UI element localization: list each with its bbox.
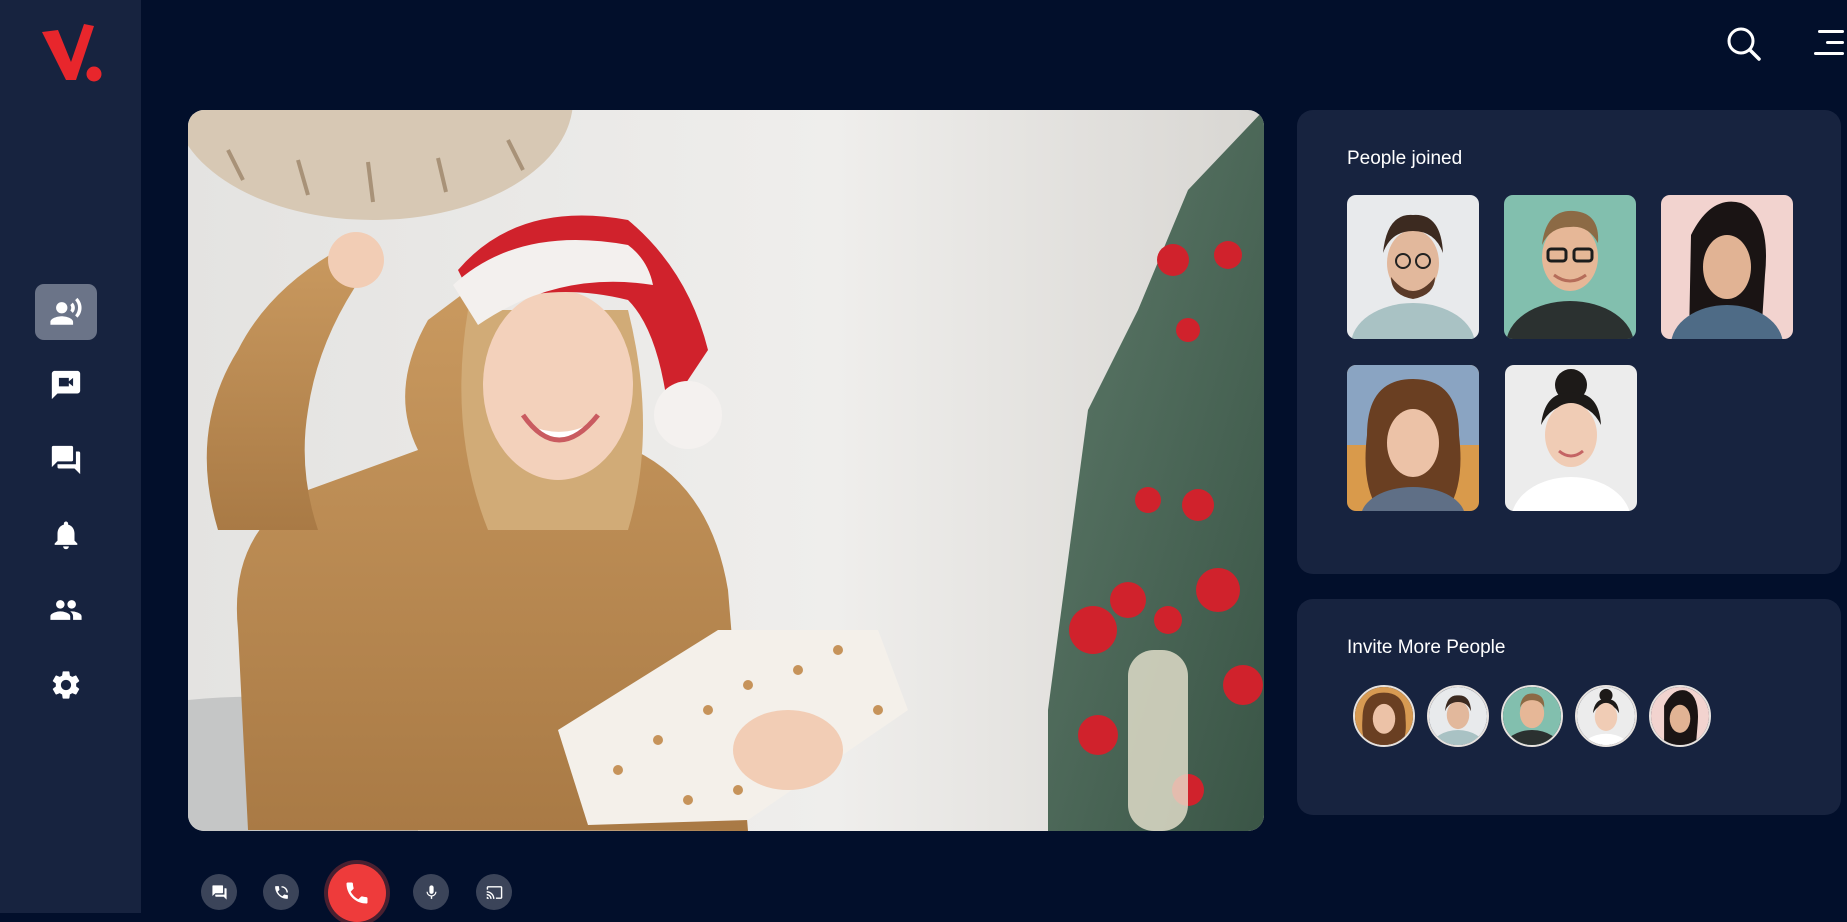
sidebar-item-voice-call[interactable] (35, 284, 97, 340)
v-dot-logo-icon (42, 24, 102, 82)
sidebar-item-video-chat[interactable] (35, 357, 97, 413)
search-button[interactable] (1726, 26, 1762, 62)
participant-woman-bun-hair (1505, 365, 1637, 511)
invite-avatar[interactable] (1649, 685, 1711, 747)
main-video-feed[interactable] (188, 110, 1264, 831)
avatar-man-glasses-smile (1503, 687, 1561, 745)
menu-icon (1814, 30, 1844, 55)
participant-tile[interactable] (1347, 365, 1479, 511)
gear-icon (52, 671, 80, 699)
participant-man-curly-glasses (1347, 195, 1479, 339)
people-joined-panel: People joined (1297, 110, 1841, 574)
participant-tile[interactable] (1505, 365, 1637, 511)
microphone-icon (426, 884, 436, 899)
end-call-button[interactable] (328, 864, 386, 922)
search-icon (1727, 27, 1761, 61)
participant-man-glasses-smile (1504, 195, 1636, 339)
invite-avatar[interactable] (1427, 685, 1489, 747)
invite-avatar[interactable] (1575, 685, 1637, 747)
call-forward-icon (274, 885, 288, 899)
participant-woman-dark-hair (1661, 195, 1793, 339)
end-call-icon (346, 882, 368, 904)
microphone-button[interactable] (413, 874, 449, 910)
sidebar-item-notifications[interactable] (35, 507, 97, 563)
avatar-man-curly-glasses (1429, 687, 1487, 745)
people-icon (50, 600, 82, 620)
menu-button[interactable] (1808, 28, 1844, 58)
cast-button[interactable] (476, 874, 512, 910)
participant-tile[interactable] (1504, 195, 1636, 339)
sidebar-item-messages[interactable] (35, 432, 97, 488)
avatar-woman-dark-hair (1651, 687, 1709, 745)
video-message-icon (51, 370, 81, 400)
sidebar-item-contacts[interactable] (35, 582, 97, 638)
participant-woman-curly-hair (1347, 365, 1479, 511)
invite-avatar[interactable] (1501, 685, 1563, 747)
app-logo[interactable] (38, 22, 108, 86)
participant-tile[interactable] (1347, 195, 1479, 339)
avatar-woman-bun-hair (1577, 687, 1635, 745)
forum-icon (51, 445, 81, 475)
invite-avatar[interactable] (1353, 685, 1415, 747)
speaking-person-icon (50, 297, 82, 325)
participant-tile[interactable] (1661, 195, 1793, 339)
people-joined-title: People joined (1347, 148, 1463, 169)
bell-icon (54, 521, 78, 550)
cast-icon (486, 885, 502, 899)
invite-title: Invite More People (1347, 637, 1506, 658)
call-forward-button[interactable] (263, 874, 299, 910)
video-frame (188, 110, 1264, 831)
sidebar-item-settings[interactable] (35, 657, 97, 713)
chat-button[interactable] (201, 874, 237, 910)
sidebar (0, 0, 141, 913)
avatar-woman-curly-hair (1355, 687, 1413, 745)
chat-icon (211, 884, 227, 900)
